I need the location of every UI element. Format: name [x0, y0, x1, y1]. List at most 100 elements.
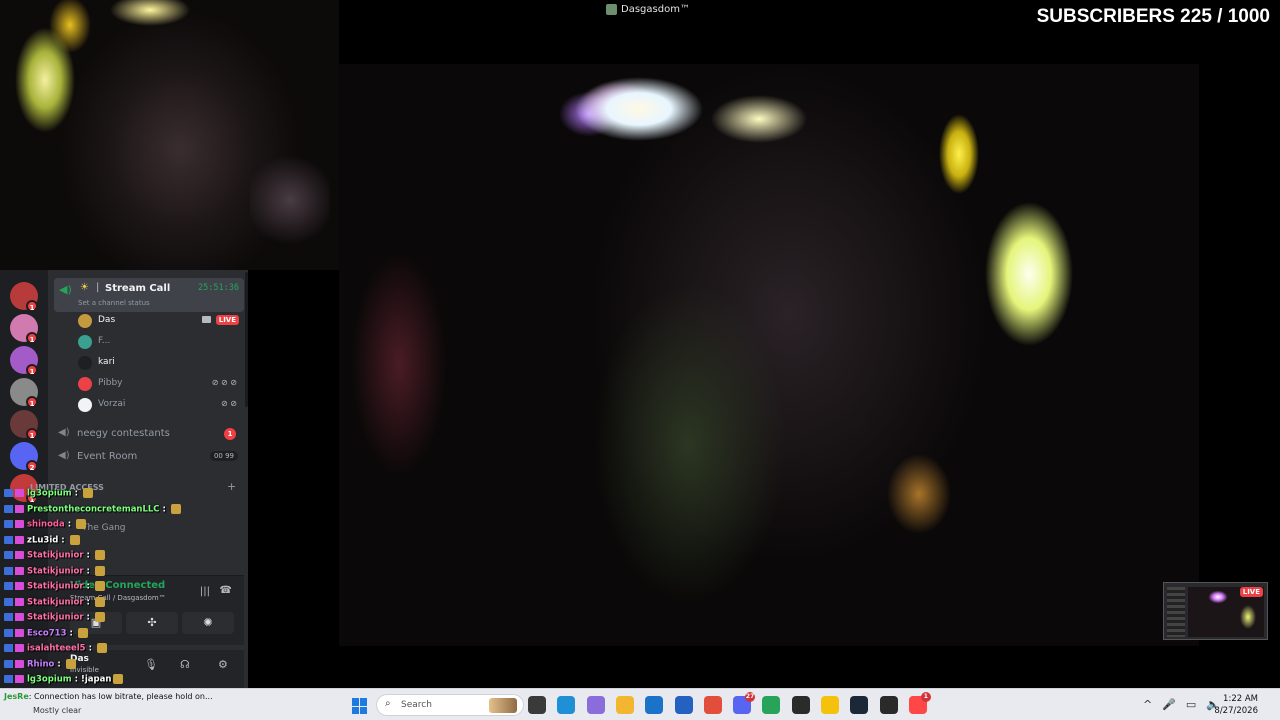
- chat-badges: [4, 551, 24, 559]
- live-badge: LIVE: [215, 315, 239, 325]
- chevron-up-icon[interactable]: ^: [1143, 698, 1152, 711]
- emote-icon: [94, 612, 105, 622]
- chat-badges: [4, 644, 24, 652]
- voice-member[interactable]: Pibby ⊘ ⊘ ⊘: [76, 375, 241, 393]
- voice-member[interactable]: Das LIVE: [76, 312, 241, 330]
- app-badge: 1: [920, 692, 931, 702]
- emote-icon: [83, 488, 93, 498]
- app-badge: 27: [745, 692, 756, 702]
- search-highlight-image: [489, 698, 517, 713]
- chat-badges: [4, 504, 24, 513]
- channel-status[interactable]: Set a channel status: [78, 299, 150, 307]
- user-limit: 00 99: [209, 451, 238, 461]
- chat-badges: [4, 675, 24, 683]
- norton-icon[interactable]: [821, 696, 839, 714]
- member-name: Das: [98, 315, 116, 325]
- chrome-icon[interactable]: [703, 696, 722, 714]
- chat-username: PrestontheconcretemanLLC: [27, 504, 160, 514]
- clock-time: 1:22 AM: [1223, 694, 1258, 704]
- voice-member[interactable]: Vorzai ⊘ ⊘: [76, 396, 241, 414]
- chat-message: isalahteeel5 :: [4, 643, 107, 654]
- avatar: [78, 356, 92, 370]
- system-tray: ^ 🎤 ▭ 🔈: [1143, 698, 1220, 711]
- chat-message: PrestontheconcretemanLLC :: [4, 503, 181, 514]
- steam-icon[interactable]: [850, 696, 869, 714]
- emote-icon: [69, 534, 80, 545]
- voice-member[interactable]: kari: [76, 354, 241, 372]
- edge-icon[interactable]: [557, 696, 576, 714]
- weather-widget[interactable]: Mostly clear: [33, 706, 81, 715]
- window-title: Dasgasdom™: [606, 4, 690, 15]
- server-badge: 1: [26, 332, 38, 344]
- chat-username: shinoda: [27, 519, 65, 530]
- chrome-alt-icon[interactable]: [762, 696, 781, 714]
- window-title-text: Dasgasdom™: [621, 4, 690, 15]
- chat-username: Statikjunior: [27, 612, 84, 623]
- stream-notification: JesRe: Connection has low bitrate, pleas…: [4, 692, 213, 701]
- clock-date: 8/27/2026: [1214, 706, 1258, 716]
- chat-text: !japan: [81, 674, 112, 685]
- emote-icon: [94, 581, 105, 591]
- avatar: [78, 398, 92, 412]
- subscriber-goal: SUBSCRIBERS 225 / 1000: [1036, 6, 1270, 27]
- chat-message: Statikjunior :: [4, 565, 105, 576]
- voice-channel-name: Stream Call: [105, 283, 171, 294]
- store-icon[interactable]: [674, 696, 693, 714]
- sun-icon: ☀: [80, 282, 89, 293]
- obs-icon[interactable]: [791, 696, 810, 714]
- copilot-icon[interactable]: [586, 696, 605, 714]
- file-explorer-icon[interactable]: [615, 696, 634, 714]
- epic-games-icon[interactable]: [879, 696, 898, 714]
- search-icon: ⌕: [385, 698, 391, 709]
- chat-message: lg3opium : !japan: [4, 674, 124, 685]
- camera-icon: [202, 316, 211, 323]
- voice-channel[interactable]: ◀) Event Room 00 99: [58, 448, 238, 466]
- avatar: [78, 335, 92, 349]
- server-badge: 1: [26, 300, 38, 312]
- channel-badge: 1: [224, 428, 236, 440]
- taskbar-search[interactable]: ⌕ Search: [376, 694, 524, 716]
- voice-channel-stream-call[interactable]: ◀) ☀ | Stream Call 25:51:36 Set a channe…: [54, 278, 244, 312]
- chat-message: Statikjunior :: [4, 612, 105, 623]
- taskbar: JesRe: Connection has low bitrate, pleas…: [0, 688, 1280, 720]
- muted-deafened-icon: ⊘ ⊘ ⊘: [211, 378, 237, 387]
- clock[interactable]: 1:22 AM 8/27/2026: [1214, 693, 1258, 717]
- member-name: Pibby: [98, 378, 123, 388]
- windows-start-icon[interactable]: [352, 698, 368, 714]
- emote-icon: [94, 565, 105, 576]
- chat-badges: [4, 535, 24, 544]
- chat-badges: [4, 597, 24, 606]
- chat-username: zLu3id: [27, 535, 59, 545]
- chat-badges: [4, 613, 24, 621]
- notification-user: JesRe: [4, 692, 29, 701]
- emote-icon: [113, 674, 124, 684]
- microphone-tray-icon[interactable]: 🎤: [1162, 698, 1176, 711]
- screen: Dasgasdom™ SUBSCRIBERS 225 / 1000 1 1 1 1 1 2…: [0, 0, 1280, 720]
- call-timer: 25:51:36: [198, 283, 239, 293]
- display-icon[interactable]: ▭: [1186, 698, 1196, 711]
- avatar: [78, 314, 92, 328]
- outlook-icon[interactable]: [645, 696, 664, 714]
- scrollbar[interactable]: [245, 272, 248, 407]
- speaker-icon: ◀): [58, 427, 70, 438]
- emote-icon: [77, 627, 88, 638]
- chat-message: Statikjunior :: [4, 581, 105, 592]
- task-view-icon[interactable]: [528, 696, 546, 714]
- emote-icon: [65, 658, 76, 669]
- speaker-icon: ◀): [59, 283, 72, 296]
- chat-username: isalahteeel5: [27, 643, 86, 654]
- chat-message: Rhino :: [4, 658, 76, 669]
- chat-username: Statikjunior: [27, 550, 84, 561]
- chat-username: lg3opium: [27, 674, 72, 685]
- speaker-icon: ◀): [58, 450, 70, 461]
- voice-member[interactable]: F...: [76, 333, 241, 351]
- preview-sidebar: [1167, 587, 1185, 637]
- chat-message: shinoda :: [4, 519, 87, 530]
- chat-username: Statikjunior: [27, 566, 84, 576]
- chat-username: Esco713: [27, 628, 67, 638]
- stream-preview[interactable]: LIVE: [1163, 582, 1268, 640]
- notification-message: Connection has low bitrate, please hold …: [34, 692, 213, 701]
- stream-video[interactable]: [339, 64, 1199, 646]
- channel-name: neegy contestants: [77, 428, 170, 439]
- voice-channel[interactable]: ◀) neegy contestants 1: [58, 425, 238, 443]
